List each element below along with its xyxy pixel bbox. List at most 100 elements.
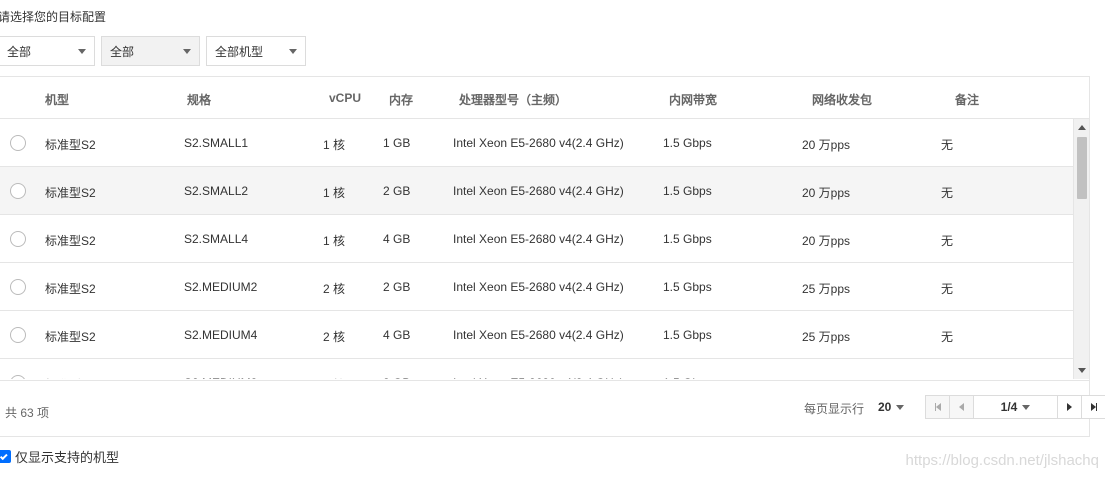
table-footer: 共 63 项 每页显示行 20 1/4	[0, 380, 1105, 437]
table-header: 机型 规格 vCPU 内存 处理器型号（主频） 内网带宽 网络收发包 备注	[0, 77, 1089, 119]
column-header-bandwidth: 内网带宽	[669, 93, 718, 107]
cell-cpu: Intel Xeon E5-2680 v4(2.4 GHz)	[453, 376, 624, 379]
filter-select-3-value: 全部机型	[215, 44, 264, 59]
cell-spec: S2.MEDIUM4	[184, 328, 258, 342]
cell-spec: S2.MEDIUM8	[184, 376, 257, 379]
table-row[interactable]: 标准型S2 S2.SMALL1 1 核 1 GB Intel Xeon E5-2680 …	[0, 119, 1074, 167]
page-select[interactable]: 1/4	[974, 396, 1058, 418]
table-row[interactable]: 标准型S2 S2.SMALL4 1 核 4 GB Intel Xeon E5-2680 …	[0, 215, 1074, 263]
prev-page-button[interactable]	[950, 396, 974, 418]
support-only-label[interactable]: 仅显示支持的机型	[15, 447, 119, 466]
column-header-pps: 网络收发包	[812, 93, 873, 107]
cell-cpu: Intel Xeon E5-2680 v4(2.4 GHz)	[453, 184, 624, 198]
scrollbar-thumb[interactable]	[1077, 137, 1087, 199]
table-row[interactable]: 标准型S2 S2.SMALL2 1 核 2 GB Intel Xeon E5-2680 …	[0, 167, 1074, 215]
cell-vcpu: 2 核	[323, 330, 346, 344]
cell-note: 无	[941, 186, 954, 200]
cell-pps: 20 万pps	[802, 138, 851, 152]
cell-memory: 4 GB	[383, 328, 411, 342]
filter-select-2[interactable]: 全部	[101, 36, 200, 66]
cell-memory: 4 GB	[383, 232, 411, 246]
page-size-select[interactable]: 20	[878, 400, 905, 414]
cell-pps: 25 万pps	[802, 330, 851, 344]
checkmark-icon	[0, 451, 8, 460]
cell-model: 标准型S2	[45, 234, 96, 248]
cell-note: 无	[941, 376, 953, 379]
instance-table: 机型 规格 vCPU 内存 处理器型号（主频） 内网带宽 网络收发包 备注 标准…	[0, 76, 1105, 437]
cell-model: 标准型S2	[45, 330, 96, 344]
cell-cpu: Intel Xeon E5-2680 v4(2.4 GHz)	[453, 232, 624, 246]
chevron-down-icon	[1022, 404, 1031, 410]
first-page-button[interactable]	[926, 396, 950, 418]
filter-bar: 全部 全部 全部机型	[0, 36, 312, 66]
chevron-down-icon	[896, 404, 905, 410]
cell-note: 无	[941, 282, 954, 296]
filter-select-1[interactable]: 全部	[0, 36, 95, 66]
cell-vcpu: 1 核	[323, 186, 346, 200]
next-page-icon	[1067, 403, 1072, 411]
cell-vcpu: 2 核	[323, 282, 346, 296]
support-only-checkbox[interactable]	[0, 450, 11, 463]
cell-note: 无	[941, 330, 954, 344]
table-scrollbar[interactable]	[1073, 119, 1089, 379]
cell-bandwidth: 1.5 Gbps	[663, 184, 712, 198]
cell-note: 无	[941, 138, 954, 152]
last-page-button[interactable]	[1082, 396, 1105, 418]
filter-select-1-value: 全部	[7, 44, 32, 59]
column-header-memory: 内存	[389, 93, 414, 107]
filter-select-3[interactable]: 全部机型	[206, 36, 306, 66]
cell-spec: S2.SMALL1	[184, 136, 249, 150]
cell-spec: S2.MEDIUM2	[184, 280, 258, 294]
cell-bandwidth: 1.5 Gbps	[663, 376, 712, 379]
pagination: 1/4	[925, 395, 1105, 419]
table-row[interactable]: 标准型S2 S2.MEDIUM8 2 核 8 GB Intel Xeon E5-2680…	[0, 359, 1074, 379]
column-header-note: 备注	[955, 93, 980, 107]
cell-memory: 8 GB	[383, 376, 410, 379]
cell-memory: 2 GB	[383, 280, 411, 294]
column-header-cpu: 处理器型号（主频）	[459, 93, 568, 107]
filter-select-2-value: 全部	[110, 44, 135, 59]
prev-page-icon	[959, 403, 964, 411]
cell-vcpu: 1 核	[323, 138, 346, 152]
cell-cpu: Intel Xeon E5-2680 v4(2.4 GHz)	[453, 280, 624, 294]
column-header-model: 机型	[45, 93, 70, 107]
cell-model: 标准型S2	[45, 186, 96, 200]
cell-cpu: Intel Xeon E5-2680 v4(2.4 GHz)	[453, 328, 624, 342]
cell-model: 标准型S2	[45, 282, 96, 296]
page-size-label: 每页显示行	[804, 402, 865, 416]
row-radio[interactable]	[10, 231, 26, 247]
total-count: 共 63 项	[5, 406, 50, 420]
cell-vcpu: 1 核	[323, 234, 346, 248]
chevron-down-icon	[78, 48, 86, 54]
first-page-icon	[934, 403, 941, 411]
cell-note: 无	[941, 234, 954, 248]
page-title: 请选择您的目标配置	[0, 10, 107, 24]
scroll-up-arrow-icon[interactable]	[1078, 125, 1086, 130]
cell-model: 标准型S2	[45, 376, 96, 379]
cell-model: 标准型S2	[45, 138, 96, 152]
row-radio[interactable]	[10, 375, 26, 379]
page-indicator: 1/4	[1000, 400, 1018, 414]
support-only-toggle: 仅显示支持的机型	[0, 447, 119, 466]
row-radio[interactable]	[10, 279, 26, 295]
row-radio[interactable]	[10, 135, 26, 151]
cell-bandwidth: 1.5 Gbps	[663, 328, 712, 342]
row-radio[interactable]	[10, 327, 26, 343]
chevron-down-icon	[183, 48, 191, 54]
cell-spec: S2.SMALL2	[184, 184, 249, 198]
last-page-icon	[1091, 403, 1097, 411]
table-row[interactable]: 标准型S2 S2.MEDIUM4 2 核 4 GB Intel Xeon E5-2680…	[0, 311, 1074, 359]
column-header-spec: 规格	[187, 93, 212, 107]
cell-bandwidth: 1.5 Gbps	[663, 136, 712, 150]
cell-memory: 2 GB	[383, 184, 411, 198]
scroll-down-arrow-icon[interactable]	[1078, 368, 1086, 373]
chevron-down-icon	[289, 48, 297, 54]
cell-bandwidth: 1.5 Gbps	[663, 280, 712, 294]
cell-pps: 20 万pps	[802, 234, 851, 248]
table-row[interactable]: 标准型S2 S2.MEDIUM2 2 核 2 GB Intel Xeon E5-2680…	[0, 263, 1074, 311]
watermark: https://blog.csdn.net/jlshachq	[905, 452, 1099, 469]
next-page-button[interactable]	[1058, 396, 1082, 418]
cell-bandwidth: 1.5 Gbps	[663, 232, 712, 246]
cell-pps: 25 万pps	[802, 282, 851, 296]
row-radio[interactable]	[10, 183, 26, 199]
